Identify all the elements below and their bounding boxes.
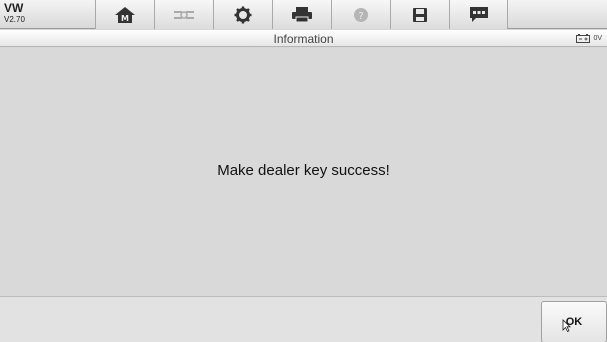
page-title: Information [273, 32, 334, 46]
title-bar: Information 0V [0, 30, 607, 47]
software-version: V2.70 [4, 15, 25, 24]
message-icon [469, 6, 488, 22]
home-button[interactable]: M [95, 0, 154, 29]
svg-text:M: M [121, 14, 129, 23]
message-button[interactable] [449, 0, 508, 29]
save-icon [413, 7, 427, 22]
vehicle-make: VW [4, 1, 24, 15]
bottom-bar: OK [0, 296, 607, 342]
help-button[interactable]: ? [331, 0, 390, 29]
toolbar-buttons: M ? [95, 0, 510, 29]
battery-status: 0V [576, 33, 602, 44]
ok-button[interactable]: OK [541, 301, 607, 342]
printer-icon [292, 7, 312, 23]
settings-button[interactable] [213, 0, 272, 29]
vehicle-info: VW V2.70 [4, 2, 64, 28]
battery-voltage: 0V [593, 35, 602, 42]
vehicle-swap-button[interactable] [154, 0, 213, 29]
message-panel: Make dealer key success! [0, 48, 607, 296]
home-icon: M [115, 6, 135, 23]
result-message: Make dealer key success! [217, 161, 390, 179]
svg-text:?: ? [358, 11, 363, 22]
vehicle-swap-icon [174, 10, 194, 19]
mouse-cursor-icon [562, 319, 571, 332]
help-icon: ? [354, 7, 368, 22]
app-window: VW V2.70 M ? Information 0V Make dealer … [0, 0, 607, 342]
battery-icon [576, 34, 591, 43]
gear-icon [234, 6, 252, 23]
top-toolbar: VW V2.70 M ? [0, 0, 607, 29]
save-button[interactable] [390, 0, 449, 29]
print-button[interactable] [272, 0, 331, 29]
